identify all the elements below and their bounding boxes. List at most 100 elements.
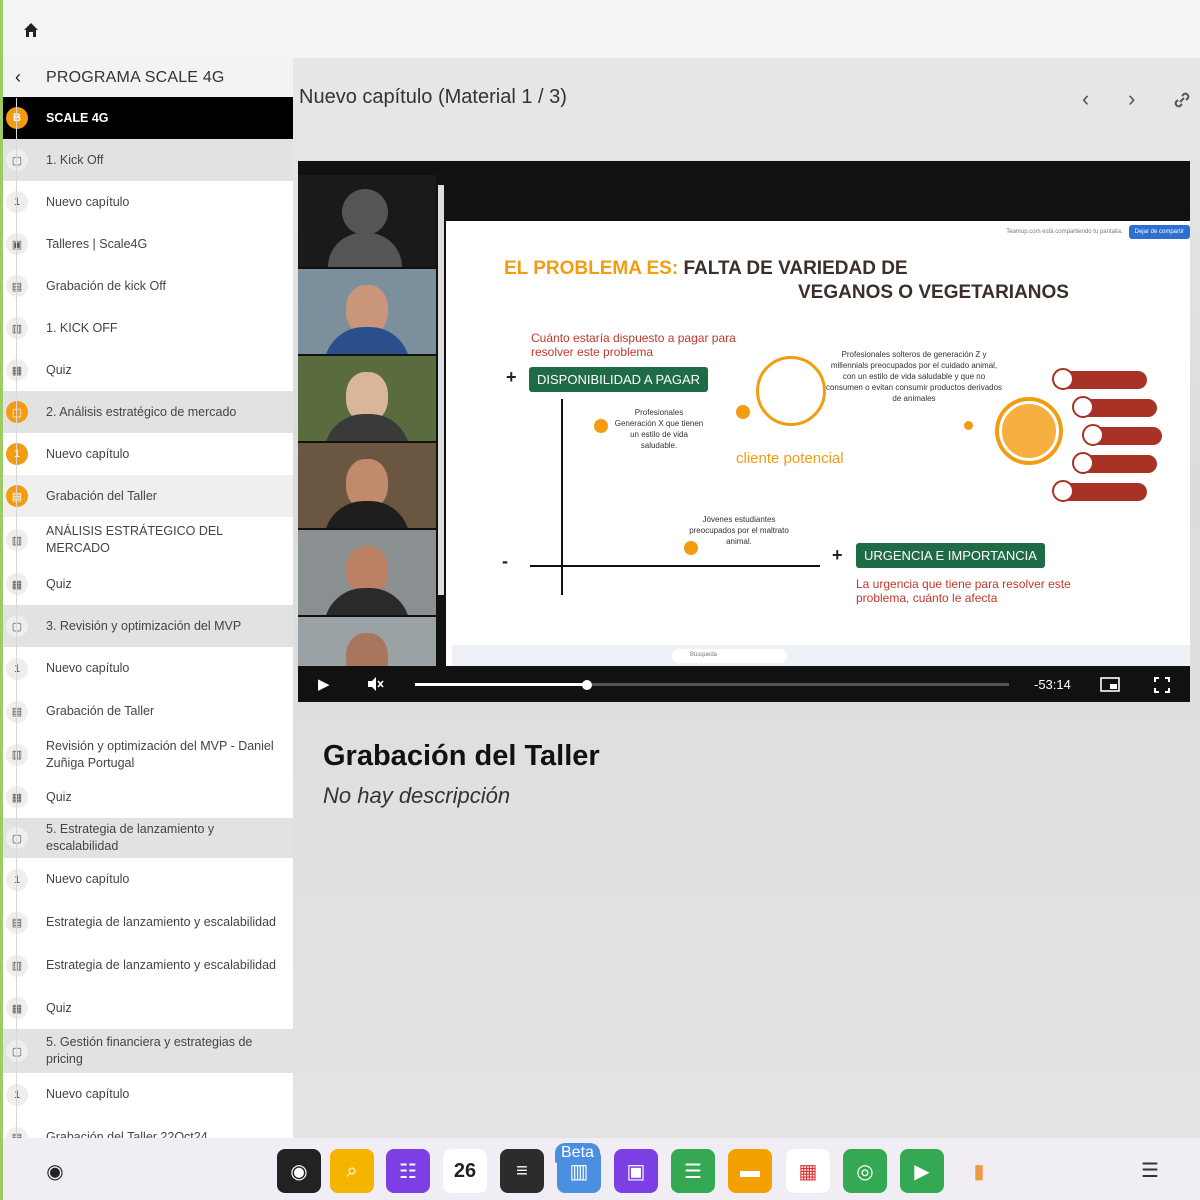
- item-badge-icon: ▦: [6, 997, 28, 1019]
- sidebar-item[interactable]: ▥ 1. KICK OFF: [3, 307, 293, 349]
- owl-logo-icon[interactable]: ◉: [33, 1149, 77, 1193]
- item-badge-icon: ▦: [6, 786, 28, 808]
- sidebar-item-label: Quiz: [46, 576, 72, 591]
- top-bar: [0, 0, 1200, 58]
- sidebar-item[interactable]: ▥ Estrategia de lanzamiento y escalabilid…: [3, 944, 293, 987]
- people-app-icon[interactable]: ☷: [386, 1149, 430, 1193]
- sidebar-item[interactable]: 1 Nuevo capítulo: [3, 647, 293, 690]
- chart-app-icon[interactable]: ▮: [957, 1149, 1001, 1193]
- item-badge-icon: ▦: [6, 359, 28, 381]
- item-badge-icon: ▤: [6, 911, 28, 934]
- sidebar-item-label: Nuevo capítulo: [46, 1087, 130, 1101]
- apps-grid-icon[interactable]: ▦: [786, 1149, 830, 1193]
- segment-dot: [594, 419, 608, 433]
- video-app-icon[interactable]: ▣: [614, 1149, 658, 1193]
- sidebar-item[interactable]: ▦ Quiz: [3, 776, 293, 818]
- participant-video: [298, 356, 436, 441]
- sidebar-item[interactable]: ▥ Revisión y optimización del MVP - Danie…: [3, 733, 293, 776]
- item-badge-icon: ▤: [6, 1126, 28, 1138]
- app-dock: ◉ ◉ ⌕ ☷ 26 ≡ ▥ ▣ ☰ ▬ ▦ ◎ ▶ ▮ ☰: [0, 1138, 1200, 1200]
- tiles-scrollbar[interactable]: [438, 185, 444, 595]
- radial-bar: [1062, 483, 1147, 501]
- sidebar-item[interactable]: ▤ Grabación de kick Off: [3, 265, 293, 307]
- notes-app-icon[interactable]: ≡: [500, 1149, 544, 1193]
- sidebar-module[interactable]: ▢ 5. Gestión financiera y estrategias de …: [3, 1029, 293, 1073]
- sidebar-module[interactable]: ▢ 2. Análisis estratégico de mercado: [3, 391, 293, 433]
- sidebar-item-label: 1. Kick Off: [46, 152, 104, 167]
- item-badge-icon: ▥: [6, 954, 28, 977]
- item-badge-icon: 1: [6, 868, 28, 891]
- checklist-app-icon[interactable]: ☰: [671, 1149, 715, 1193]
- meet-app-icon[interactable]: ▶: [900, 1149, 944, 1193]
- sidebar-rail: [16, 98, 17, 1138]
- participant-video: [298, 443, 436, 528]
- sidebar-item-label: 1. KICK OFF: [46, 320, 118, 335]
- sidebar-item[interactable]: ▤ Grabación del Taller 22Oct24: [3, 1116, 293, 1138]
- calendar-app-icon[interactable]: 26: [443, 1149, 487, 1193]
- video-player[interactable]: Teamup.com está compartiendo tu pantalla…: [298, 161, 1190, 702]
- chevron-left-icon[interactable]: ‹: [3, 67, 33, 88]
- sidebar-module[interactable]: ▢ 5. Estrategia de lanzamiento y escalabi…: [3, 818, 293, 858]
- search-app-icon[interactable]: ⌕: [330, 1149, 374, 1193]
- mute-icon[interactable]: [366, 676, 384, 692]
- picture-in-picture-icon[interactable]: [1100, 677, 1120, 692]
- owl-app-icon[interactable]: ◉: [277, 1149, 321, 1193]
- participant-video: [298, 530, 436, 615]
- sidebar-item[interactable]: ▦ Quiz: [3, 987, 293, 1029]
- participant-tiles: [298, 175, 436, 702]
- minus-sign: -: [502, 551, 508, 571]
- sidebar-item[interactable]: 1 Nuevo capítulo: [3, 858, 293, 901]
- sidebar-item-label: 5. Gestión financiera y estrategias de p…: [46, 1035, 253, 1066]
- radial-icon: [1072, 396, 1094, 418]
- sidebar-module[interactable]: ▢ 1. Kick Off: [3, 139, 293, 181]
- radial-icon: [1072, 452, 1094, 474]
- sidebar-item[interactable]: ▤ Grabación de Taller: [3, 690, 293, 733]
- item-badge-icon: 1: [6, 443, 28, 465]
- sidebar-item[interactable]: ▦ Quiz: [3, 349, 293, 391]
- sidebar-item-label: Grabación de Taller: [46, 704, 155, 718]
- sidebar-item[interactable]: B SCALE 4G: [3, 97, 293, 139]
- sidebar-item[interactable]: ▦ Quiz: [3, 563, 293, 605]
- fullscreen-icon[interactable]: [1154, 677, 1170, 693]
- radial-icon: [1052, 368, 1074, 390]
- sidebar-item-label: Grabación del Taller 22Oct24: [46, 1130, 208, 1138]
- chevron-right-icon[interactable]: ›: [1128, 86, 1135, 112]
- sidebar-item[interactable]: ▤ Grabación del Taller: [3, 475, 293, 517]
- sidebar-item-label: Grabación del Taller: [46, 488, 157, 503]
- link-icon[interactable]: [1172, 90, 1192, 110]
- stop-sharing-button[interactable]: Dejar de compartir: [1128, 225, 1190, 239]
- lesson-description: No hay descripción: [323, 783, 511, 808]
- contacts-app-icon[interactable]: ◎: [843, 1149, 887, 1193]
- sidebar-item-label: Nuevo capítulo: [46, 446, 130, 461]
- progress-fill: [415, 683, 588, 686]
- participant-video: [298, 269, 436, 354]
- sidebar-item-label: Nuevo capítulo: [46, 872, 130, 886]
- sidebar-item-label: 3. Revisión y optimización del MVP: [46, 618, 242, 633]
- sidebar-item[interactable]: ▤ Estrategia de lanzamiento y escalabilid…: [3, 901, 293, 944]
- progress-handle[interactable]: [582, 679, 593, 690]
- segment-gen-x: Profesionales Generación X que tienen un…: [614, 408, 704, 450]
- menu-icon[interactable]: ☰: [1141, 1158, 1159, 1183]
- sidebar-module[interactable]: ▢ 3. Revisión y optimización del MVP: [3, 605, 293, 647]
- sidebar-item[interactable]: ▣ Talleres | Scale4G: [3, 223, 293, 265]
- segment-dot: [964, 421, 973, 430]
- page-title: Nuevo capítulo (Material 1 / 3): [299, 86, 567, 108]
- home-icon[interactable]: [21, 20, 41, 40]
- item-badge-icon: 1: [6, 191, 28, 213]
- segment-young: Jóvenes estudiantes preocupados por el m…: [689, 515, 789, 546]
- chevron-left-icon[interactable]: ‹: [1082, 86, 1089, 112]
- sidebar-title: PROGRAMA SCALE 4G: [46, 68, 225, 86]
- time-remaining: -53:14: [1034, 677, 1071, 692]
- item-badge-icon: ▣: [6, 233, 28, 255]
- folder-app-icon[interactable]: ▬: [728, 1149, 772, 1193]
- item-badge-icon: ▢: [6, 615, 28, 637]
- play-icon[interactable]: ▶: [318, 675, 330, 693]
- sidebar-item[interactable]: 1 Nuevo capítulo: [3, 1073, 293, 1116]
- sidebar-item-label: SCALE 4G: [46, 110, 109, 125]
- sidebar-item[interactable]: 1 Nuevo capítulo: [3, 181, 293, 223]
- sidebar-item[interactable]: ▥ ANÁLISIS ESTRÁTEGICO DEL MERCADO: [3, 517, 293, 563]
- progress-track[interactable]: [415, 679, 1009, 690]
- beta-badge: Beta: [555, 1143, 600, 1163]
- sidebar-item[interactable]: 1 Nuevo capítulo: [3, 433, 293, 475]
- item-badge-icon: ▤: [6, 275, 28, 297]
